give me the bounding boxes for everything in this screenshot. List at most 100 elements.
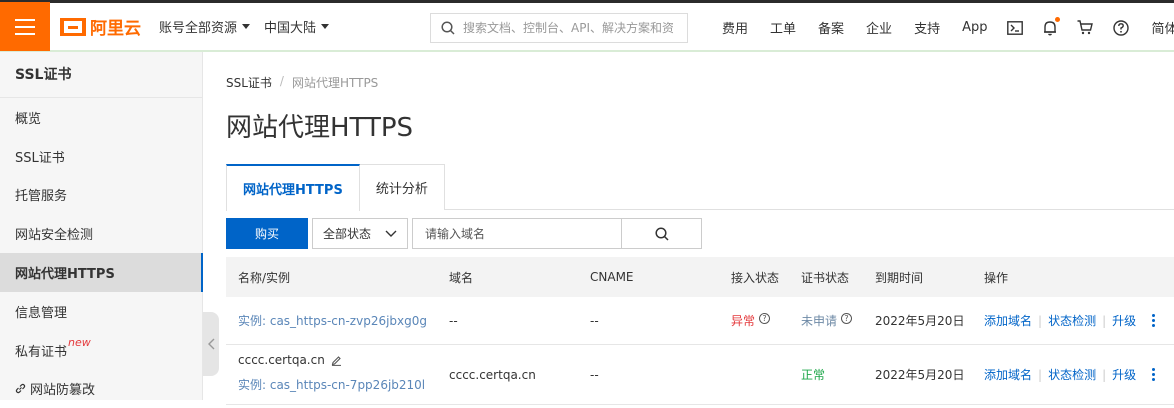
menu-line	[15, 18, 35, 21]
aliyun-logo[interactable]: 阿里云	[60, 14, 141, 39]
sidebar-collapse-handle[interactable]	[203, 312, 219, 376]
status-check-link[interactable]: 状态检测	[1048, 366, 1096, 383]
logo-text: 阿里云	[90, 19, 141, 39]
sidebar-item-ssl-certificates[interactable]: SSL证书	[0, 137, 202, 176]
chevron-left-icon	[207, 338, 214, 350]
sidebar-item-label: 信息管理	[15, 305, 68, 321]
nav-billing[interactable]: 费用	[722, 18, 748, 37]
question-icon[interactable]: ?	[841, 313, 853, 324]
nav-support[interactable]: 支持	[914, 18, 940, 37]
sidebar-item-info-management[interactable]: 信息管理	[0, 292, 202, 331]
tab-statistics[interactable]: 统计分析	[359, 164, 445, 210]
instance-link[interactable]: 实例: cas_https-cn-zvp26jbxg0g	[238, 314, 427, 328]
top-navigation-bar: 阿里云 账号全部资源 中国大陆 费用 工单 备案 企业 支持 App	[0, 0, 1174, 52]
more-actions-icon[interactable]	[1152, 368, 1156, 381]
tab-https-proxy[interactable]: 网站代理HTTPS	[226, 164, 360, 211]
status-check-link[interactable]: 状态检测	[1048, 312, 1096, 329]
breadcrumb: SSL证书 / 网站代理HTTPS	[226, 74, 378, 91]
breadcrumb-current: 网站代理HTTPS	[291, 76, 379, 90]
cname-cell: --	[590, 367, 599, 382]
account-resources-label: 账号全部资源	[159, 21, 238, 36]
action-separator: |	[1038, 367, 1043, 382]
nav-enterprise[interactable]: 企业	[866, 18, 892, 37]
cert-status-cell: 未申请?	[801, 312, 853, 329]
sidebar-item-managed-service[interactable]: 托管服务	[0, 176, 202, 215]
nav-icp-filing[interactable]: 备案	[818, 18, 844, 37]
add-domain-link[interactable]: 添加域名	[984, 366, 1032, 383]
access-status-text: 异常	[731, 314, 756, 328]
column-header-cname: CNAME	[590, 270, 634, 284]
buy-button[interactable]: 购买	[226, 218, 308, 249]
column-header-domain: 域名	[449, 270, 474, 285]
sidebar-item-https-proxy[interactable]: 网站代理HTTPS	[0, 253, 203, 292]
main-content: SSL证书 / 网站代理HTTPS 网站代理HTTPS 网站代理HTTPS 统计…	[226, 52, 1174, 405]
sidebar-item-label: 托管服务	[15, 189, 68, 205]
global-search-input[interactable]	[463, 21, 673, 35]
terminal-icon[interactable]	[1007, 20, 1024, 35]
sidebar: SSL证书 概览 SSL证书 托管服务 网站安全检测 网站代理HTTPS 信息管…	[0, 52, 203, 400]
region-dropdown[interactable]: 中国大陆	[264, 17, 330, 36]
logo-mark-icon	[60, 17, 86, 36]
cert-status-text: 未申请	[801, 314, 838, 328]
sidebar-item-label: 概览	[15, 111, 42, 127]
sidebar-item-label: 私有证书	[15, 344, 68, 360]
breadcrumb-root[interactable]: SSL证书	[226, 74, 272, 91]
search-icon	[441, 21, 455, 35]
status-filter-select[interactable]: 全部状态	[312, 218, 408, 249]
nav-tickets[interactable]: 工单	[770, 18, 796, 37]
edit-pencil-icon[interactable]	[331, 355, 342, 366]
add-domain-link[interactable]: 添加域名	[984, 312, 1032, 329]
action-separator: |	[1038, 313, 1043, 328]
search-icon	[654, 226, 669, 241]
sidebar-item-overview[interactable]: 概览	[0, 98, 202, 137]
caret-down-icon	[321, 24, 330, 29]
sidebar-item-anti-tamper[interactable]: 网站防篡改	[0, 370, 202, 408]
chevron-down-icon	[385, 230, 397, 237]
sidebar-item-private-certificates[interactable]: 私有证书 new	[0, 331, 202, 370]
new-badge: new	[68, 335, 91, 349]
access-status-cell: 异常?	[731, 312, 771, 329]
bell-icon[interactable]	[1043, 16, 1061, 36]
menu-line	[15, 32, 35, 35]
toolbar: 购买 全部状态	[226, 218, 702, 249]
domain-search-button[interactable]	[622, 218, 702, 249]
sidebar-item-label: 网站代理HTTPS	[15, 267, 115, 283]
upgrade-link[interactable]: 升级	[1112, 366, 1136, 383]
hamburger-menu-button[interactable]	[0, 2, 50, 51]
cart-icon[interactable]	[1077, 20, 1094, 35]
instance-link[interactable]: 实例: cas_https-cn-7pp26jb210l	[238, 378, 425, 392]
column-header-expiry: 到期时间	[875, 270, 924, 285]
column-header-name: 名称/实例	[238, 270, 291, 285]
status-filter-value: 全部状态	[323, 227, 372, 241]
help-icon[interactable]	[1113, 19, 1130, 36]
language-switch[interactable]: 简体	[1151, 18, 1174, 37]
upgrade-link[interactable]: 升级	[1112, 312, 1136, 329]
actions-cell: 添加域名 | 状态检测 | 升级	[984, 366, 1156, 383]
question-icon[interactable]: ?	[759, 313, 771, 324]
table-header: 名称/实例 域名 CNAME 接入状态 证书状态 到期时间 操作	[226, 257, 1174, 297]
sidebar-item-site-security-check[interactable]: 网站安全检测	[0, 214, 202, 253]
domain-cell: cccc.certqa.cn	[449, 367, 536, 382]
more-actions-icon[interactable]	[1152, 314, 1156, 327]
domain-search-input[interactable]	[412, 218, 622, 249]
nav-app[interactable]: App	[962, 20, 987, 35]
name-cell: cccc.certqa.cn 实例: cas_https-cn-7pp26jb2…	[238, 353, 425, 393]
action-separator: |	[1102, 313, 1107, 328]
cert-status-cell: 正常	[801, 366, 825, 383]
column-header-actions: 操作	[984, 270, 1009, 285]
column-header-cert-status: 证书状态	[801, 270, 850, 285]
column-header-access-status: 接入状态	[731, 270, 780, 285]
sidebar-item-label: 网站防篡改	[30, 383, 96, 399]
caret-down-icon	[242, 24, 251, 29]
notification-dot	[1055, 16, 1061, 22]
menu-line	[15, 25, 35, 28]
top-right-nav: 费用 工单 备案 企业 支持 App 简体	[710, 3, 1174, 52]
cert-status-text: 正常	[801, 368, 826, 382]
actions-cell: 添加域名 | 状态检测 | 升级	[984, 312, 1156, 329]
table-row: cccc.certqa.cn 实例: cas_https-cn-7pp26jb2…	[226, 345, 1174, 405]
region-label: 中国大陆	[264, 21, 317, 36]
expiry-cell: 2022年5月20日	[875, 314, 965, 328]
account-resources-dropdown[interactable]: 账号全部资源	[159, 17, 251, 36]
global-search	[430, 13, 688, 43]
sidebar-item-label: SSL证书	[15, 150, 65, 166]
